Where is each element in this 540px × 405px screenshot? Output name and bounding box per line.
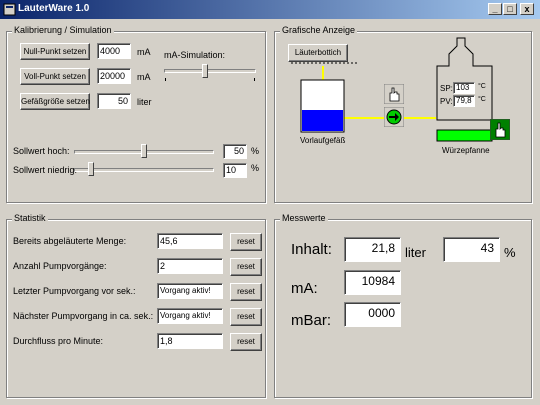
kalibrierung-title: Kalibrierung / Simulation <box>12 25 114 35</box>
gefaess-button[interactable]: Gefäßgröße setzen <box>20 93 90 110</box>
pv-label: PV: <box>440 97 453 106</box>
app-icon <box>3 3 16 16</box>
messwerte-title: Messwerte <box>280 213 328 223</box>
mbar-value: 0000 <box>344 302 401 327</box>
reset-button[interactable]: reset <box>230 258 262 276</box>
lauterbottich-button[interactable]: Läuterbottich <box>288 44 348 62</box>
inhalt-unit: liter <box>405 245 426 260</box>
sp-label: SP: <box>440 84 453 93</box>
sollwert-niedrig-track[interactable] <box>74 168 214 172</box>
window-title: LauterWare 1.0 <box>18 3 90 14</box>
row-label-letzter: Letzter Pumpvorgang vor sek.: <box>13 286 136 296</box>
statistik-title: Statistik <box>12 213 48 223</box>
sollwert-niedrig-unit: % <box>251 163 260 173</box>
sp-unit: °C <box>478 83 486 90</box>
row-value-pumpvorgaenge: 2 <box>157 258 223 274</box>
vorlauf-fill <box>302 110 343 131</box>
sollwert-hoch-thumb[interactable] <box>141 144 147 158</box>
percent-unit: % <box>504 245 516 260</box>
gefaess-unit: liter <box>137 97 152 107</box>
row-label-abgelaeutert: Bereits abgeläuterte Menge: <box>13 236 127 246</box>
wuerzepfanne-fill <box>436 129 493 142</box>
sollwert-niedrig-label: Sollwert niedrig: <box>13 165 78 175</box>
mbar-label: mBar: <box>291 312 332 329</box>
percent-value: 43 <box>443 237 500 262</box>
ma-label: mA: <box>291 280 318 297</box>
ma-value: 10984 <box>344 270 401 295</box>
reset-button[interactable]: reset <box>230 283 262 301</box>
gefaess-input[interactable]: 50 <box>97 93 131 109</box>
null-punkt-input[interactable]: 4000 <box>97 43 131 59</box>
sp-value: 103 <box>453 82 475 94</box>
pump-icon[interactable] <box>384 107 404 127</box>
sollwert-niedrig-thumb[interactable] <box>88 162 94 176</box>
grafik-title: Grafische Anzeige <box>280 25 358 35</box>
sollwert-niedrig-input[interactable]: 10 <box>223 163 247 178</box>
reset-button[interactable]: reset <box>230 308 262 326</box>
maximize-button[interactable]: □ <box>503 3 517 15</box>
row-label-pumpvorgaenge: Anzahl Pumpvorgänge: <box>13 261 107 271</box>
pv-value: 79,8 <box>453 95 475 107</box>
inhalt-value: 21,8 <box>344 237 401 262</box>
vorlauf-label: Vorlaufgefäß <box>300 136 346 145</box>
wuerzepfanne-shape <box>436 37 493 121</box>
minimize-button[interactable]: _ <box>488 3 502 15</box>
inhalt-label: Inhalt: <box>291 241 332 258</box>
row-value-durchfluss: 1,8 <box>157 333 223 349</box>
voll-punkt-unit: mA <box>137 72 151 82</box>
row-label-naechster: Nächster Pumpvorgang in ca. sek.: <box>13 311 154 321</box>
row-value-abgelaeutert: 45,6 <box>157 233 223 249</box>
hand-icon[interactable] <box>490 119 510 140</box>
sollwert-hoch-unit: % <box>251 146 260 156</box>
reset-button[interactable]: reset <box>230 233 262 251</box>
voll-punkt-input[interactable]: 20000 <box>97 68 131 84</box>
row-value-naechster: Vorgang aktiv! <box>157 308 223 324</box>
reset-button[interactable]: reset <box>230 333 262 351</box>
ma-simulation-tick <box>165 78 166 81</box>
wuerze-label: Würzepfanne <box>442 146 490 155</box>
sollwert-hoch-input[interactable]: 50 <box>223 144 247 159</box>
null-punkt-unit: mA <box>137 47 151 57</box>
sollwert-hoch-label: Sollwert hoch: <box>13 146 70 156</box>
row-label-durchfluss: Durchfluss pro Minute: <box>13 336 104 346</box>
null-punkt-button[interactable]: Null-Punkt setzen <box>20 43 90 60</box>
ma-simulation-thumb[interactable] <box>202 64 208 78</box>
voll-punkt-button[interactable]: Voll-Punkt setzen <box>20 68 90 85</box>
ma-simulation-track[interactable] <box>164 69 256 73</box>
row-value-letzter: Vorgang aktiv! <box>157 283 223 299</box>
hand-icon[interactable] <box>384 84 404 104</box>
close-button[interactable]: x <box>520 3 534 15</box>
ma-simulation-label: mA-Simulation: <box>164 50 226 60</box>
pv-unit: °C <box>478 96 486 103</box>
ma-simulation-tick <box>254 78 255 81</box>
